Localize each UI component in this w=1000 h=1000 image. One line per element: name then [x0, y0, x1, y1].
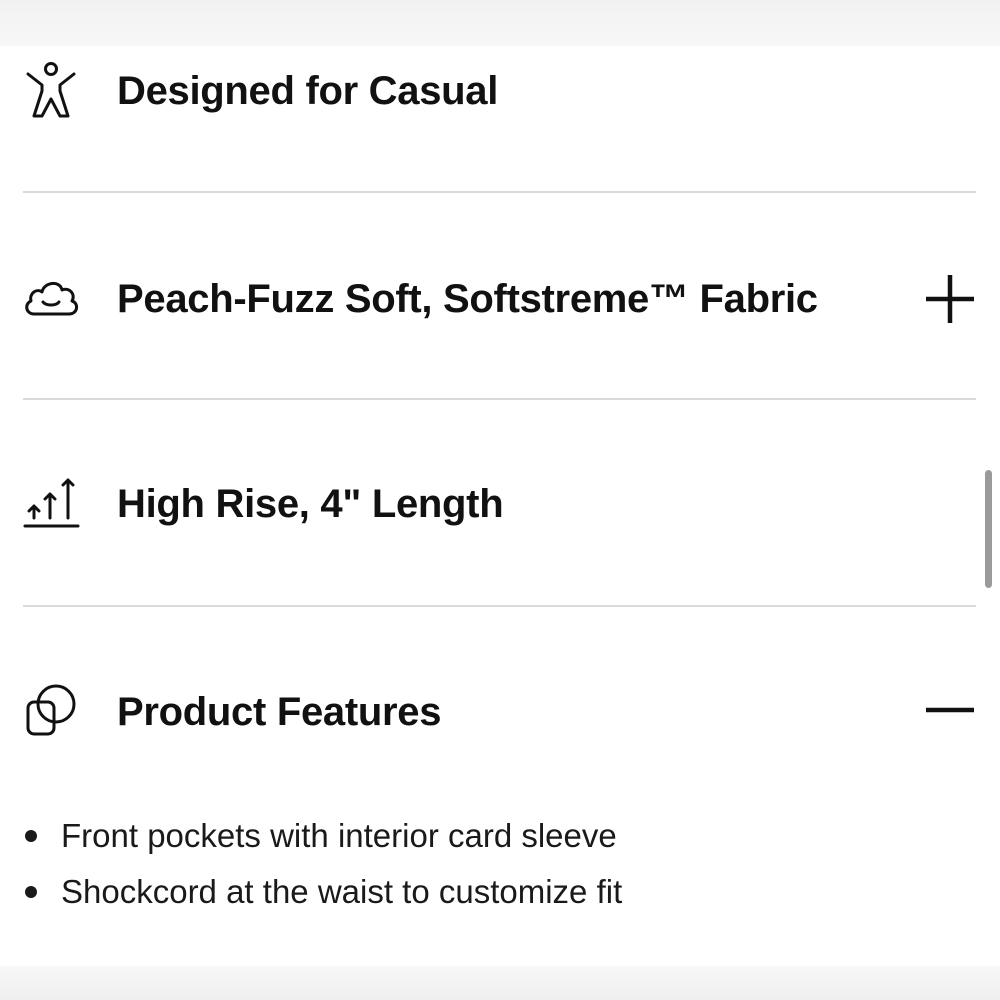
product-details-page: Designed for Casual Peach-Fuzz Soft, Sof… [0, 0, 1000, 1000]
divider [23, 398, 976, 400]
scrollbar[interactable] [985, 470, 992, 588]
plus-icon[interactable] [922, 271, 978, 327]
person-arms-raised-icon [26, 62, 76, 118]
bullet [25, 886, 37, 898]
cloud-icon [25, 282, 78, 316]
minus-icon[interactable] [922, 682, 978, 738]
feature-text: Front pockets with interior card sleeve [61, 817, 617, 854]
detail-title: Peach-Fuzz Soft, Softstreme™ Fabric [117, 277, 818, 321]
product-features-list: Front pockets with interior card sleeve … [0, 808, 1000, 920]
detail-title: Product Features [117, 690, 442, 734]
bullet [25, 830, 37, 842]
detail-row-rise-length: High Rise, 4" Length [0, 446, 1000, 566]
divider [23, 605, 976, 607]
feature-text: Shockcord at the waist to customize fit [61, 873, 623, 910]
list-item: Front pockets with interior card sleeve [0, 808, 1000, 864]
detail-row-designed-for: Designed for Casual [0, 32, 1000, 152]
rising-arrows-icon [23, 478, 80, 528]
detail-title: High Rise, 4" Length [117, 482, 504, 526]
bottom-bar [0, 966, 1000, 1000]
divider [23, 191, 976, 193]
detail-row-product-features[interactable]: Product Features [0, 652, 1000, 772]
overlapping-shapes-icon [26, 684, 76, 736]
detail-row-fabric[interactable]: Peach-Fuzz Soft, Softstreme™ Fabric [0, 238, 1000, 358]
detail-title: Designed for Casual [117, 69, 499, 113]
list-item: Shockcord at the waist to customize fit [0, 864, 1000, 920]
